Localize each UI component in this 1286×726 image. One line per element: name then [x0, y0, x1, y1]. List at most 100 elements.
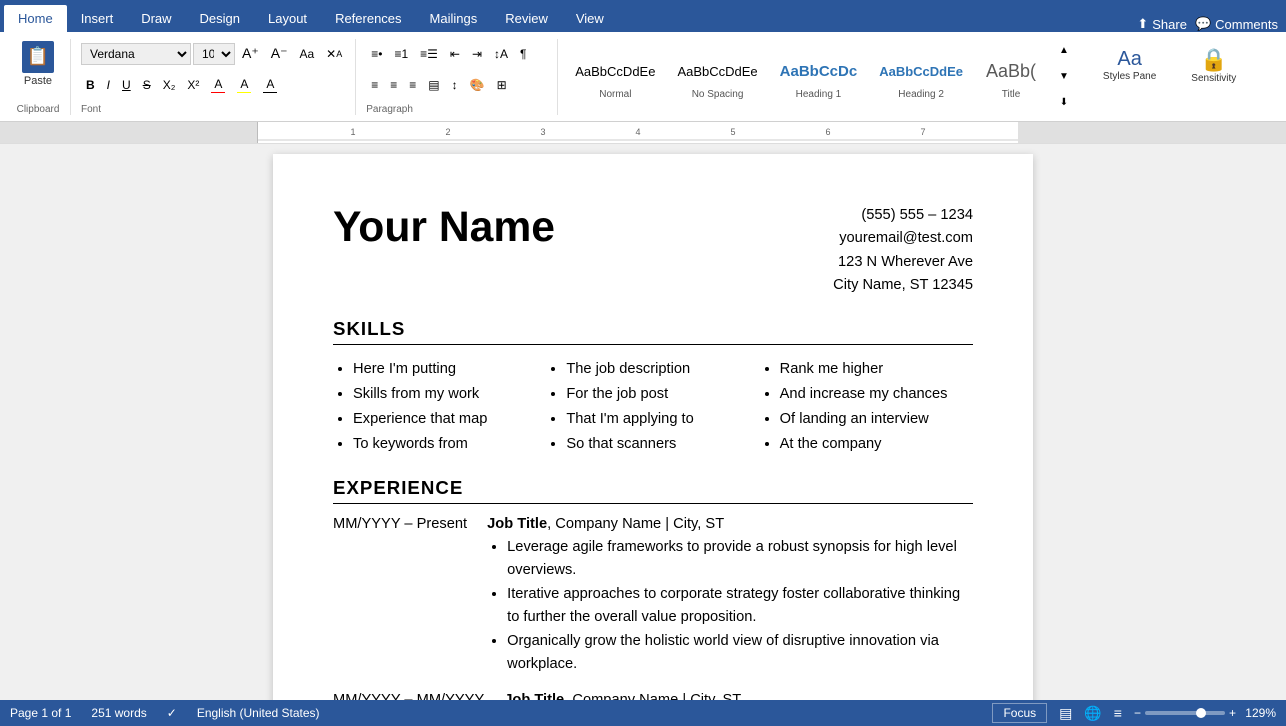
zoom-in-button[interactable]: +: [1229, 706, 1236, 720]
document-scroll-area[interactable]: Your Name (555) 555 – 1234 youremail@tes…: [20, 144, 1286, 700]
comments-button[interactable]: 💬 Comments: [1195, 16, 1278, 32]
font-color-button[interactable]: A: [206, 74, 230, 96]
shading-para-button[interactable]: 🎨: [465, 74, 490, 96]
font-size-select[interactable]: 10: [193, 43, 235, 65]
style-no-spacing[interactable]: AaBbCcDdEe No Spacing: [668, 50, 766, 103]
increase-indent-button[interactable]: ⇥: [467, 43, 487, 65]
tab-insert[interactable]: Insert: [67, 5, 128, 32]
job-1-title: Job Title: [487, 516, 547, 532]
tab-references[interactable]: References: [321, 5, 415, 32]
clear-format-button[interactable]: ✕A: [321, 43, 347, 65]
align-center-button[interactable]: ≡: [385, 74, 402, 96]
style-heading1[interactable]: AaBbCcDc Heading 1: [771, 50, 867, 103]
tab-home[interactable]: Home: [4, 5, 67, 32]
tab-mailings[interactable]: Mailings: [416, 5, 492, 32]
strikethrough-button[interactable]: S: [138, 74, 156, 96]
job-2-dates: MM/YYYY – MM/YYYY: [333, 692, 484, 700]
tab-draw[interactable]: Draw: [127, 5, 185, 32]
italic-button[interactable]: I: [102, 74, 115, 96]
skills-grid: Here I'm putting Skills from my work Exp…: [333, 357, 973, 457]
clipboard-group: 📋 Paste Clipboard: [6, 39, 71, 115]
sensitivity-icon: 🔒: [1200, 47, 1227, 73]
ribbon-tabs: Home Insert Draw Design Layout Reference…: [0, 0, 1286, 32]
sensitivity-button[interactable]: 🔒 Sensitivity: [1183, 43, 1244, 88]
styles-gallery: AaBbCcDdEe Normal AaBbCcDdEe No Spacing …: [560, 40, 1084, 114]
paste-button[interactable]: 📋 Paste: [14, 39, 62, 89]
line-spacing-button[interactable]: ↕: [447, 74, 463, 96]
doc-header: Your Name (555) 555 – 1234 youremail@tes…: [333, 204, 973, 298]
zoom-thumb: [1196, 708, 1206, 718]
style-title-preview: AaBb(: [986, 53, 1036, 89]
bullets-button[interactable]: ≡•: [366, 43, 387, 65]
skill-item: Skills from my work: [353, 382, 546, 407]
styles-pane-button[interactable]: Aa Styles Pane: [1094, 43, 1165, 88]
language[interactable]: English (United States): [197, 706, 320, 720]
sort-button[interactable]: ↕A: [489, 43, 513, 65]
outline-button[interactable]: ≡: [1110, 703, 1126, 723]
word-count: 251 words: [91, 706, 146, 720]
zoom-out-button[interactable]: −: [1134, 706, 1141, 720]
style-title[interactable]: AaBb( Title: [976, 50, 1046, 103]
share-button[interactable]: ⬆ Share: [1137, 16, 1187, 32]
ruler-svg: 1 2 3 4 5 6 7: [258, 122, 1018, 144]
skill-item: The job description: [566, 357, 759, 382]
styles-pane-group: Aa Styles Pane: [1086, 39, 1173, 115]
job-1-dates: MM/YYYY – Present: [333, 516, 467, 677]
skill-item: So that scanners: [566, 432, 759, 457]
contact-email: youremail@test.com: [833, 227, 973, 250]
font-family-select[interactable]: Verdana: [81, 43, 191, 65]
shading-button[interactable]: A: [258, 74, 282, 96]
decrease-indent-button[interactable]: ⇤: [445, 43, 465, 65]
font-row-2: B I U S X₂ X² A A A: [81, 74, 282, 96]
page-count: Page 1 of 1: [10, 706, 71, 720]
web-layout-button[interactable]: 🌐: [1080, 703, 1105, 724]
align-left-button[interactable]: ≡: [366, 74, 383, 96]
font-group-label: Font: [81, 104, 101, 115]
job-1-company: , Company Name | City, ST: [547, 516, 724, 532]
left-sidebar: [0, 144, 20, 700]
grow-font-button[interactable]: A⁺: [237, 43, 264, 65]
contact-phone: (555) 555 – 1234: [833, 204, 973, 227]
justify-button[interactable]: ▤: [423, 74, 444, 96]
job-2-details: Job Title, Company Name | City, ST Lever…: [504, 692, 973, 700]
superscript-button[interactable]: X²: [182, 74, 204, 96]
skill-item: Of landing an interview: [780, 407, 973, 432]
text-highlight-button[interactable]: A: [232, 74, 256, 96]
skill-item: That I'm applying to: [566, 407, 759, 432]
change-case-button[interactable]: Aa: [294, 43, 319, 65]
print-layout-button[interactable]: ▤: [1055, 703, 1076, 724]
job-2-title-line: Job Title, Company Name | City, ST: [504, 692, 973, 700]
pilcrow-button[interactable]: ¶: [515, 43, 531, 65]
ruler-right-margin: [1018, 122, 1286, 143]
clipboard-label: Clipboard: [17, 104, 60, 115]
multilevel-button[interactable]: ≡☰: [415, 43, 443, 65]
tab-view[interactable]: View: [562, 5, 618, 32]
align-right-button[interactable]: ≡: [404, 74, 421, 96]
para-row-2: ≡ ≡ ≡ ▤ ↕ 🎨 ⊞: [366, 74, 511, 96]
style-heading2[interactable]: AaBbCcDdEe Heading 2: [870, 50, 972, 103]
borders-button[interactable]: ⊞: [492, 74, 512, 96]
styles-down-arrow[interactable]: ▼: [1054, 66, 1074, 88]
tab-design[interactable]: Design: [186, 5, 254, 32]
tab-review[interactable]: Review: [491, 5, 562, 32]
zoom-slider[interactable]: [1145, 711, 1225, 715]
status-bar: Page 1 of 1 251 words ✓ English (United …: [0, 700, 1286, 726]
shrink-font-button[interactable]: A⁻: [266, 43, 293, 65]
ribbon: 📋 Paste Clipboard Verdana 10 A⁺ A⁻ Aa ✕A…: [0, 32, 1286, 122]
contact-city: City Name, ST 12345: [833, 274, 973, 297]
style-normal[interactable]: AaBbCcDdEe Normal: [566, 50, 664, 103]
bold-button[interactable]: B: [81, 74, 100, 96]
focus-button[interactable]: Focus: [992, 703, 1047, 723]
numbering-button[interactable]: ≡1: [389, 43, 413, 65]
subscript-button[interactable]: X₂: [158, 74, 181, 96]
styles-more-arrow[interactable]: ⬇: [1054, 92, 1074, 114]
proofing-icon[interactable]: ✓: [167, 706, 177, 720]
skill-item: Experience that map: [353, 407, 546, 432]
tab-layout[interactable]: Layout: [254, 5, 321, 32]
styles-up-arrow[interactable]: ▲: [1054, 40, 1074, 62]
paste-icon: 📋: [22, 41, 54, 73]
ruler: 1 2 3 4 5 6 7: [0, 122, 1286, 144]
style-h1-preview: AaBbCcDc: [780, 53, 858, 89]
underline-button[interactable]: U: [117, 74, 136, 96]
zoom-level[interactable]: 129%: [1240, 706, 1276, 720]
